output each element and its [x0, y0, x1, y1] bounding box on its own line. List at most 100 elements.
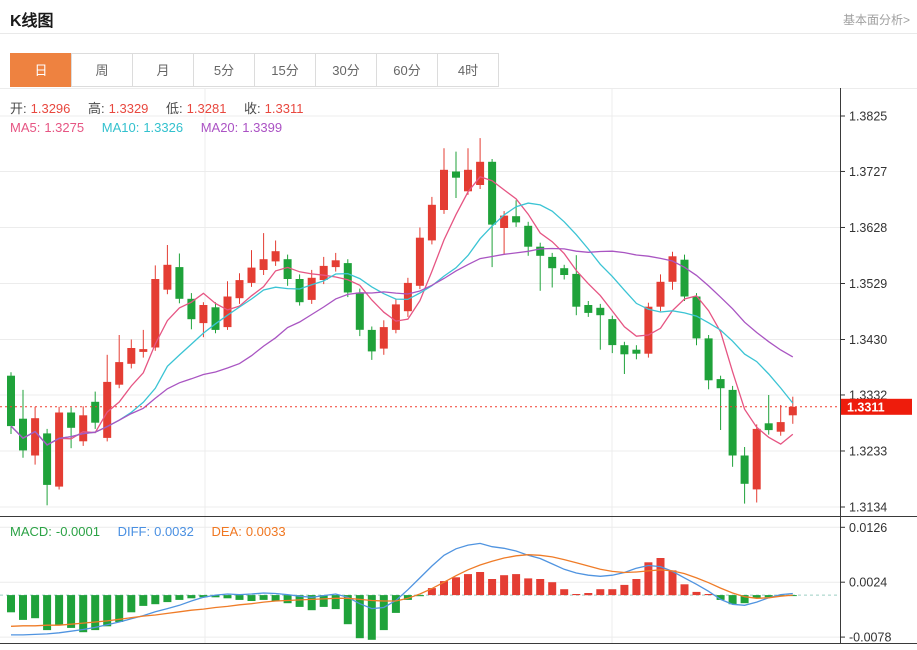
macd-bar[interactable]: [259, 595, 268, 600]
candle[interactable]: [415, 237, 424, 286]
candle[interactable]: [572, 273, 581, 307]
candle[interactable]: [452, 171, 460, 178]
macd-bar[interactable]: [151, 595, 160, 605]
macd-bar[interactable]: [692, 591, 701, 596]
macd-bar[interactable]: [187, 595, 196, 599]
tab-interval-日[interactable]: 日: [10, 53, 72, 87]
macd-bar[interactable]: [596, 589, 605, 596]
tab-interval-5分[interactable]: 5分: [193, 53, 255, 87]
macd-bar[interactable]: [620, 584, 629, 596]
macd-bar[interactable]: [524, 578, 533, 596]
candle[interactable]: [596, 307, 605, 316]
candle[interactable]: [199, 305, 208, 324]
macd-bar[interactable]: [331, 595, 340, 610]
macd-bar[interactable]: [175, 595, 184, 600]
candle[interactable]: [67, 412, 76, 428]
candle[interactable]: [632, 349, 641, 354]
candle[interactable]: [175, 267, 184, 299]
candle[interactable]: [752, 428, 761, 490]
candle[interactable]: [548, 256, 557, 269]
candle[interactable]: [223, 296, 232, 328]
tab-interval-30分[interactable]: 30分: [315, 53, 377, 87]
tab-interval-60分[interactable]: 60分: [376, 53, 438, 87]
candle[interactable]: [55, 412, 64, 487]
candle[interactable]: [764, 423, 773, 431]
macd-bar[interactable]: [91, 595, 100, 631]
candle[interactable]: [295, 279, 304, 303]
tab-interval-4时[interactable]: 4时: [437, 53, 499, 87]
tab-interval-15分[interactable]: 15分: [254, 53, 316, 87]
tab-interval-月[interactable]: 月: [132, 53, 194, 87]
macd-bar[interactable]: [500, 575, 509, 596]
macd-bar[interactable]: [139, 595, 148, 606]
macd-bar[interactable]: [668, 570, 677, 596]
macd-bar[interactable]: [115, 595, 124, 622]
macd-bar[interactable]: [223, 595, 232, 599]
macd-bar[interactable]: [488, 579, 497, 596]
macd-bar[interactable]: [548, 582, 557, 596]
macd-bar[interactable]: [512, 574, 521, 596]
macd-bar[interactable]: [680, 584, 689, 596]
candle[interactable]: [560, 268, 569, 275]
candle[interactable]: [163, 264, 172, 290]
macd-bar[interactable]: [644, 562, 653, 596]
macd-bar[interactable]: [452, 577, 460, 596]
macd-bar[interactable]: [247, 595, 256, 601]
macd-bar[interactable]: [560, 589, 569, 596]
macd-bar[interactable]: [476, 572, 485, 596]
macd-bar[interactable]: [235, 595, 244, 600]
candle[interactable]: [728, 389, 737, 456]
candle[interactable]: [740, 455, 749, 484]
candle[interactable]: [536, 246, 545, 256]
candle[interactable]: [343, 263, 352, 293]
candle[interactable]: [31, 418, 40, 456]
macd-bar[interactable]: [67, 595, 76, 628]
candle[interactable]: [584, 305, 593, 313]
macd-bar[interactable]: [632, 579, 641, 596]
candle[interactable]: [139, 349, 148, 352]
macd-bar[interactable]: [31, 595, 40, 619]
macd-bar[interactable]: [704, 594, 713, 596]
candle[interactable]: [115, 362, 124, 385]
candle[interactable]: [355, 292, 364, 330]
macd-bar[interactable]: [572, 594, 581, 596]
macd-bar[interactable]: [319, 595, 328, 607]
candle[interactable]: [608, 319, 617, 346]
candle[interactable]: [271, 251, 280, 262]
macd-bar[interactable]: [271, 595, 280, 601]
candle[interactable]: [776, 422, 785, 432]
candle[interactable]: [427, 204, 436, 241]
macd-bar[interactable]: [7, 595, 15, 613]
macd-bar[interactable]: [584, 593, 593, 596]
candle[interactable]: [391, 304, 400, 330]
candle[interactable]: [379, 327, 388, 349]
candle[interactable]: [247, 267, 256, 283]
candle[interactable]: [704, 338, 713, 381]
candle[interactable]: [7, 375, 15, 427]
candle[interactable]: [127, 348, 136, 364]
candle[interactable]: [488, 161, 497, 225]
candle[interactable]: [656, 281, 665, 307]
candle[interactable]: [476, 161, 485, 185]
candle[interactable]: [620, 345, 629, 355]
candle[interactable]: [307, 277, 316, 300]
candle[interactable]: [367, 329, 376, 352]
macd-bar[interactable]: [55, 595, 64, 626]
candle[interactable]: [788, 406, 797, 416]
tab-interval-周[interactable]: 周: [71, 53, 133, 87]
macd-bar[interactable]: [656, 558, 665, 596]
macd-bar[interactable]: [79, 595, 88, 633]
candle[interactable]: [331, 260, 340, 268]
macd-bar[interactable]: [536, 579, 545, 596]
candle[interactable]: [91, 401, 100, 423]
candle[interactable]: [79, 415, 88, 442]
candle[interactable]: [440, 169, 448, 210]
macd-bar[interactable]: [608, 589, 617, 596]
candle[interactable]: [644, 306, 653, 354]
candle[interactable]: [512, 216, 521, 223]
candle[interactable]: [235, 280, 244, 299]
macd-bar[interactable]: [367, 595, 376, 640]
candle[interactable]: [716, 379, 725, 389]
candle[interactable]: [259, 259, 268, 270]
candle[interactable]: [319, 265, 328, 280]
